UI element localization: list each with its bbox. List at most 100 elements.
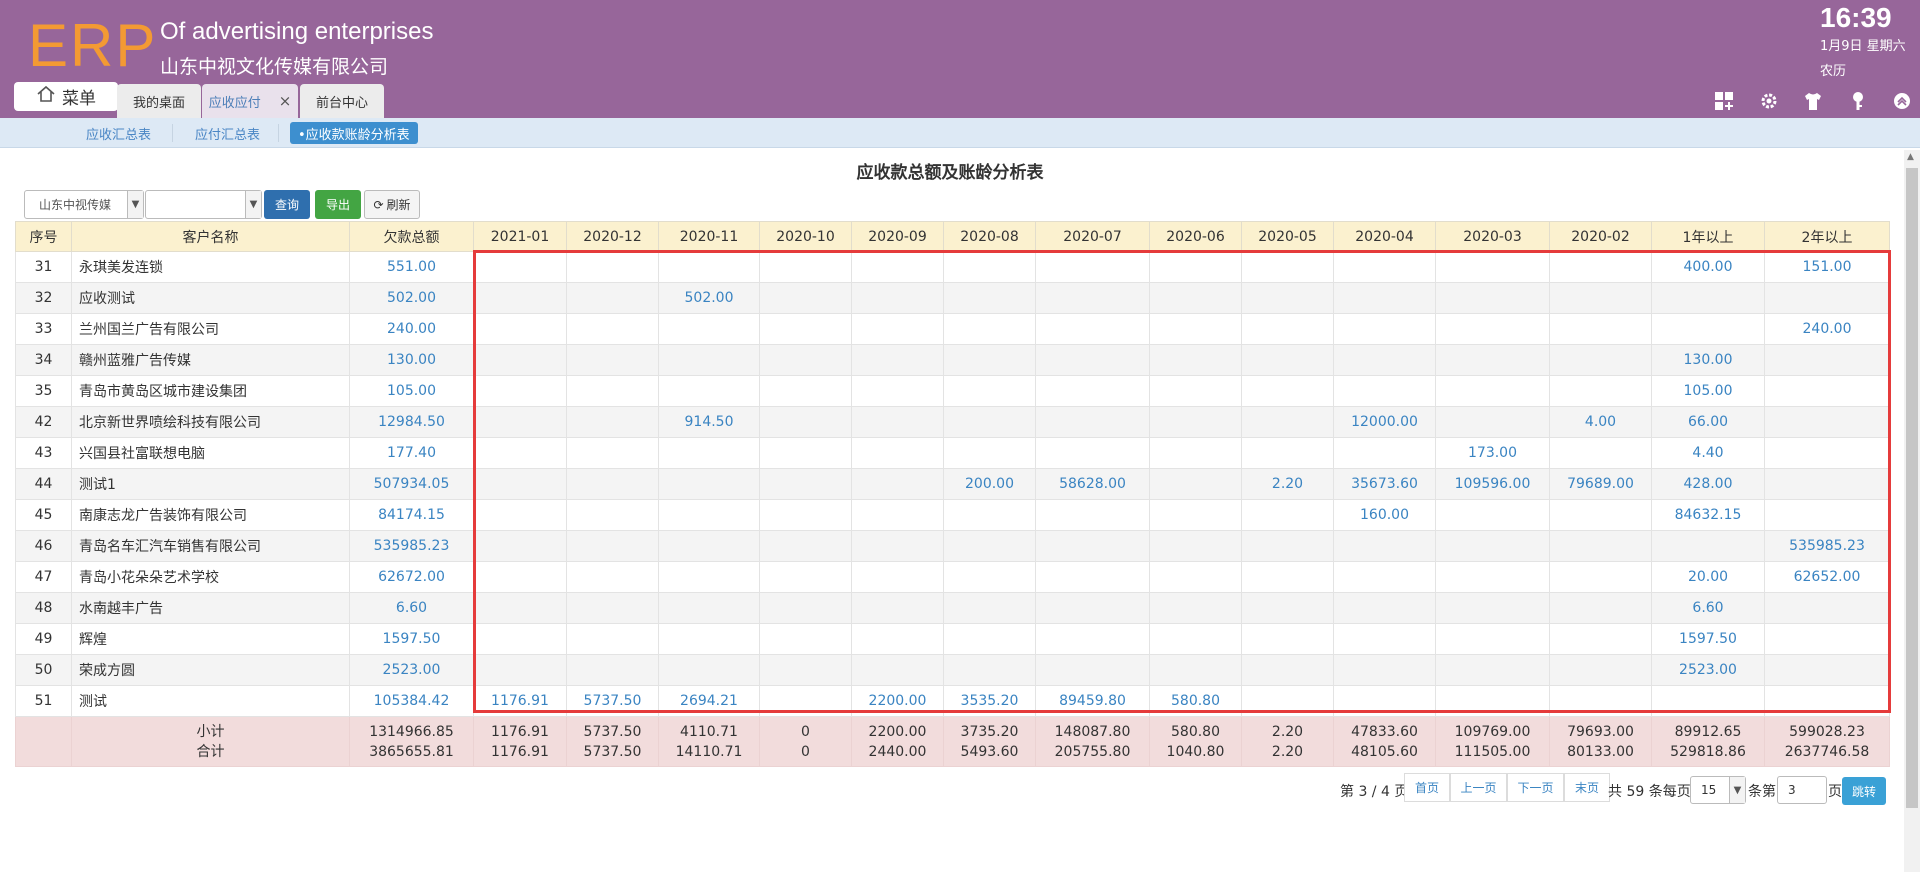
table-row[interactable]: 50 荣成方圆 2523.00 2523.00: [15, 654, 1890, 686]
amount-cell: [1035, 592, 1150, 624]
amount-cell[interactable]: 507934.05: [349, 468, 474, 500]
export-button[interactable]: 导出: [315, 190, 361, 219]
amount-cell[interactable]: 105.00: [349, 375, 474, 407]
amount-cell[interactable]: 3535.20: [943, 685, 1036, 717]
amount-cell[interactable]: 502.00: [349, 282, 474, 314]
amount-cell[interactable]: 2200.00: [851, 685, 944, 717]
shirt-icon[interactable]: [1802, 90, 1824, 112]
amount-cell[interactable]: 20.00: [1651, 561, 1765, 593]
amount-cell[interactable]: 428.00: [1651, 468, 1765, 500]
subnav-payable-summary[interactable]: 应付汇总表: [187, 122, 268, 144]
page-size-select[interactable]: 15 ▼: [1690, 776, 1746, 804]
amount-cell[interactable]: 130.00: [1651, 344, 1765, 376]
table-row[interactable]: 32 应收测试 502.00 502.00: [15, 282, 1890, 314]
subnav-receivable-summary[interactable]: 应收汇总表: [78, 122, 159, 144]
amount-cell[interactable]: 2694.21: [658, 685, 760, 717]
customer-name: 测试1: [71, 468, 350, 500]
amount-cell[interactable]: 173.00: [1435, 437, 1550, 469]
amount-cell[interactable]: 62652.00: [1764, 561, 1890, 593]
amount-cell[interactable]: 535985.23: [1764, 530, 1890, 562]
customer-name: 北京新世界喷绘科技有限公司: [71, 406, 350, 438]
subnav-aging-analysis[interactable]: •应收款账龄分析表: [290, 122, 418, 144]
table-row[interactable]: 31 永琪美发连锁 551.00 400.00 151.00: [15, 251, 1890, 283]
tab-receivable-payable[interactable]: 应收应付 ×: [202, 84, 298, 118]
amount-cell[interactable]: 58628.00: [1035, 468, 1150, 500]
table-row[interactable]: 47 青岛小花朵朵艺术学校 62672.00 20.00 62652.00: [15, 561, 1890, 593]
amount-cell[interactable]: 35673.60: [1333, 468, 1436, 500]
jump-button[interactable]: 跳转: [1842, 777, 1886, 805]
table-row[interactable]: 33 兰州国兰广告有限公司 240.00 240.00: [15, 313, 1890, 345]
amount-cell[interactable]: 109596.00: [1435, 468, 1550, 500]
amount-cell[interactable]: 151.00: [1764, 251, 1890, 283]
table-row[interactable]: 49 辉煌 1597.50 1597.50: [15, 623, 1890, 655]
amount-cell[interactable]: 130.00: [349, 344, 474, 376]
amount-cell: [1549, 592, 1652, 624]
amount-cell[interactable]: 914.50: [658, 406, 760, 438]
tab-front-center[interactable]: 前台中心: [300, 84, 384, 118]
table-row[interactable]: 34 赣州蓝雅广告传媒 130.00 130.00: [15, 344, 1890, 376]
key-icon[interactable]: [1847, 90, 1869, 112]
amount-cell[interactable]: 580.80: [1149, 685, 1242, 717]
amount-cell[interactable]: 177.40: [349, 437, 474, 469]
amount-cell[interactable]: 2.20: [1241, 468, 1334, 500]
scrollbar-thumb[interactable]: [1906, 168, 1918, 808]
amount-cell[interactable]: 5737.50: [566, 685, 659, 717]
amount-cell[interactable]: 2523.00: [349, 654, 474, 686]
amount-cell[interactable]: 4.00: [1549, 406, 1652, 438]
amount-cell[interactable]: 1597.50: [349, 623, 474, 655]
table-row[interactable]: 48 水南越丰广告 6.60 6.60: [15, 592, 1890, 624]
last-page-button[interactable]: 末页: [1564, 773, 1610, 802]
amount-cell[interactable]: 200.00: [943, 468, 1036, 500]
amount-cell[interactable]: 84174.15: [349, 499, 474, 531]
amount-cell[interactable]: 62672.00: [349, 561, 474, 593]
amount-cell[interactable]: 6.60: [1651, 592, 1765, 624]
amount-cell[interactable]: 89459.80: [1035, 685, 1150, 717]
amount-cell[interactable]: 400.00: [1651, 251, 1765, 283]
amount-cell[interactable]: 12000.00: [1333, 406, 1436, 438]
amount-cell: [1549, 685, 1652, 717]
amount-cell[interactable]: 502.00: [658, 282, 760, 314]
amount-cell: [851, 468, 944, 500]
amount-cell[interactable]: 1597.50: [1651, 623, 1765, 655]
amount-cell[interactable]: 6.60: [349, 592, 474, 624]
amount-cell[interactable]: 2523.00: [1651, 654, 1765, 686]
close-icon[interactable]: ×: [279, 92, 292, 110]
table-row[interactable]: 46 青岛名车汇汽车销售有限公司 535985.23 535985.23: [15, 530, 1890, 562]
amount-cell[interactable]: 4.40: [1651, 437, 1765, 469]
amount-cell: [1149, 437, 1242, 469]
refresh-button[interactable]: ⟳ 刷新: [364, 190, 420, 219]
table-row[interactable]: 42 北京新世界喷绘科技有限公司 12984.50 914.50 12000.00 4.0…: [15, 406, 1890, 438]
amount-cell[interactable]: 79689.00: [1549, 468, 1652, 500]
amount-cell[interactable]: 1176.91: [473, 685, 567, 717]
tab-my-desktop[interactable]: 我的桌面: [117, 84, 201, 118]
page-jump-input[interactable]: 3: [1777, 776, 1827, 804]
table-row[interactable]: 44 测试1 507934.05 200.00 58628.00 2.20 35673.60…: [15, 468, 1890, 500]
subtotal-label: 小计: [196, 723, 225, 740]
amount-cell[interactable]: 105.00: [1651, 375, 1765, 407]
chevron-up-circle-icon[interactable]: [1891, 90, 1913, 112]
amount-cell: [566, 406, 659, 438]
table-row[interactable]: 45 南康志龙广告装饰有限公司 84174.15 160.00 84632.15: [15, 499, 1890, 531]
amount-cell[interactable]: 12984.50: [349, 406, 474, 438]
next-page-button[interactable]: 下一页: [1507, 773, 1564, 802]
query-button[interactable]: 查询: [264, 190, 310, 219]
gear-icon[interactable]: [1758, 90, 1780, 112]
amount-cell[interactable]: 105384.42: [349, 685, 474, 717]
table-row[interactable]: 35 青岛市黄岛区城市建设集团 105.00 105.00: [15, 375, 1890, 407]
amount-cell[interactable]: 240.00: [1764, 313, 1890, 345]
scroll-up-arrow-icon[interactable]: ▲: [1907, 152, 1914, 162]
amount-cell[interactable]: 84632.15: [1651, 499, 1765, 531]
table-row[interactable]: 51 测试 105384.42 1176.91 5737.50 2694.21 2200.0…: [15, 685, 1890, 717]
first-page-button[interactable]: 首页: [1404, 773, 1450, 802]
table-row[interactable]: 43 兴国县社富联想电脑 177.40 173.00 4.40: [15, 437, 1890, 469]
company-select[interactable]: 山东中视传媒 ▼: [24, 190, 144, 219]
grid-add-icon[interactable]: [1713, 90, 1735, 112]
amount-cell[interactable]: 551.00: [349, 251, 474, 283]
filter-select[interactable]: ▼: [145, 190, 262, 219]
amount-cell[interactable]: 535985.23: [349, 530, 474, 562]
amount-cell[interactable]: 240.00: [349, 313, 474, 345]
amount-cell[interactable]: 66.00: [1651, 406, 1765, 438]
amount-cell[interactable]: 160.00: [1333, 499, 1436, 531]
menu-button[interactable]: 菜单: [14, 82, 118, 111]
prev-page-button[interactable]: 上一页: [1450, 773, 1507, 802]
